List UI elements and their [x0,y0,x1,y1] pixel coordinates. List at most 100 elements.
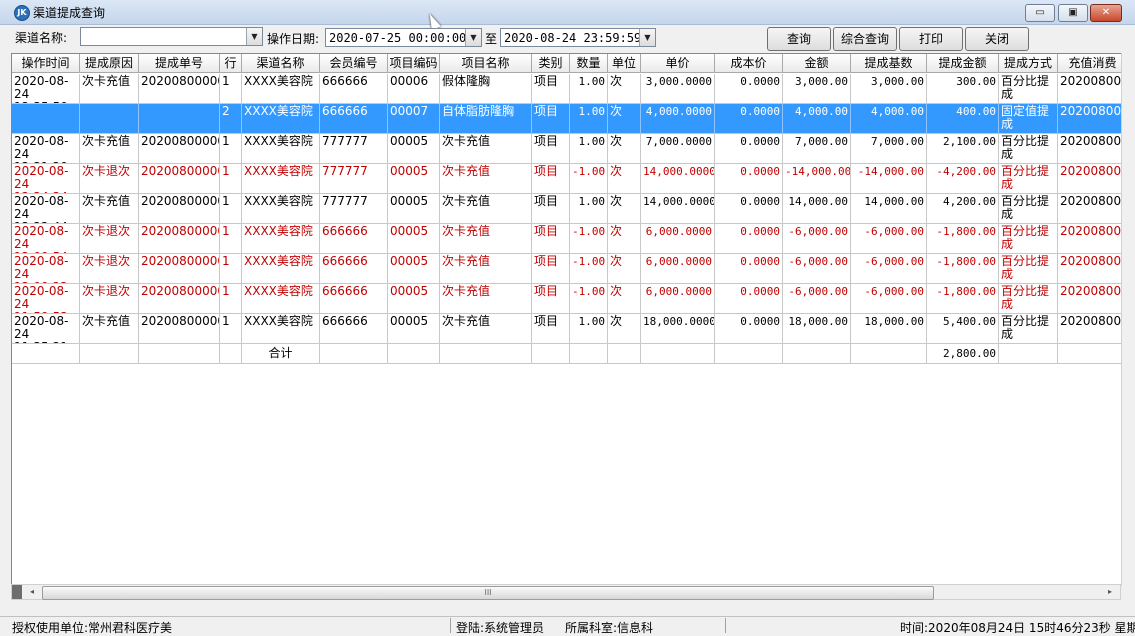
column-header-base[interactable]: 提成基数 [851,54,927,73]
column-header-category[interactable]: 类别 [532,54,570,73]
cell-category: 项目 [532,314,570,344]
cell-qty: 1.00 [570,314,608,344]
cell-line: 1 [220,314,242,344]
cell-empty [388,344,440,364]
cell-category: 项目 [532,284,570,314]
column-header-reason[interactable]: 提成原因 [80,54,139,73]
cell-item-name: 自体脂肪隆胸 [440,104,532,134]
cell-amount: -6,000.00 [783,224,851,254]
cell-reason: 次卡退次 [80,164,139,194]
cell-empty [715,344,783,364]
title-bar[interactable]: JK 渠道提成查询 ▭ ▣ ✕ [0,0,1135,25]
cell-item-name: 次卡充值 [440,194,532,224]
cell-qty: 1.00 [570,134,608,164]
chevron-down-icon[interactable]: ▼ [465,29,481,46]
scroll-right-icon[interactable]: ▸ [1102,585,1118,599]
close-window-button[interactable]: ✕ [1090,4,1122,22]
column-header-amount[interactable]: 金额 [783,54,851,73]
cell-qty: 1.00 [570,104,608,134]
cell-order-no: 202008000007 [139,134,220,164]
column-header-price[interactable]: 单价 [641,54,715,73]
cell-recharge: 20200800000 [1058,194,1122,224]
status-bar: 授权使用单位:常州君科医疗美 登陆:系统管理员 所属科室:信息科 时间:2020… [0,616,1135,635]
date-to-picker[interactable]: 2020-08-24 23:59:59 ▼ [500,28,656,47]
cell-amount: -14,000.00 [783,164,851,194]
column-header-recharge[interactable]: 充值消费 [1058,54,1122,73]
column-header-line[interactable]: 行 [220,54,242,73]
cell-op-time: 2020-08-24 11:35:21 [12,314,80,344]
cell-channel: XXXX美容院 [242,104,320,134]
cell-member-no: 666666 [320,314,388,344]
scroll-left-icon[interactable]: ◂ [24,585,40,599]
cell-order-no: 202008000008 [139,74,220,104]
cell-item-name: 次卡充值 [440,284,532,314]
vertical-scrollbar[interactable] [1121,53,1135,586]
cell-base: 3,000.00 [851,74,927,104]
cell-commission: -1,800.00 [927,284,999,314]
cell-commission: -1,800.00 [927,224,999,254]
column-header-cost[interactable]: 成本价 [715,54,783,73]
cell-amount: -6,000.00 [783,284,851,314]
date-to-value: 2020-08-24 23:59:59 [504,31,642,45]
cell-item-name: 假体隆胸 [440,74,532,104]
cell-reason: 次卡充值 [80,134,139,164]
cell-order-no: 202008000004 [139,224,220,254]
column-header-item-name[interactable]: 项目名称 [440,54,532,73]
combined-query-button[interactable]: 综合查询 [833,27,897,51]
date-label: 操作日期: [267,32,320,46]
cell-recharge: 20200800000 [1058,134,1122,164]
cell-unit: 次 [608,284,641,314]
status-time: 时间:2020年08月24日 15时46分23秒 星期一 [900,621,1135,635]
cell-qty: -1.00 [570,224,608,254]
cell-base: 18,000.00 [851,314,927,344]
cell-price: 6,000.0000 [641,254,715,284]
commission-table[interactable]: 操作时间 提成原因 提成单号行渠道名称 会员编号 项目编码 项目名称 类别 数量 单位 单价 成本价… [11,53,1123,586]
column-header-member-no[interactable]: 会员编号 [320,54,388,73]
column-header-unit[interactable]: 单位 [608,54,641,73]
cell-commission: 2,100.00 [927,134,999,164]
date-from-picker[interactable]: 2020-07-25 00:00:00 ▼ [325,28,482,47]
cell-amount: 18,000.00 [783,314,851,344]
cell-reason: 次卡充值 [80,194,139,224]
column-header-channel[interactable]: 渠道名称 [242,54,320,73]
cell-qty: -1.00 [570,284,608,314]
cell-item-name: 次卡充值 [440,224,532,254]
column-header-method[interactable]: 提成方式 [999,54,1058,73]
column-header-order-no[interactable]: 提成单号 [139,54,220,73]
cell-category: 项目 [532,74,570,104]
channel-combo[interactable]: ▼ [80,27,263,46]
cell-base: -6,000.00 [851,224,927,254]
scroll-thumb[interactable]: III [42,586,934,600]
cell-unit: 次 [608,74,641,104]
chevron-down-icon[interactable]: ▼ [639,29,655,46]
cell-line: 1 [220,194,242,224]
horizontal-scrollbar[interactable]: ◂ III ▸ [11,584,1121,600]
cell-amount: -6,000.00 [783,254,851,284]
cell-method: 固定值提成 [999,104,1058,134]
cell-commission: -1,800.00 [927,254,999,284]
cell-item-name: 次卡充值 [440,254,532,284]
cell-line: 1 [220,254,242,284]
cell-order-no [139,104,220,134]
column-header-qty[interactable]: 数量 [570,54,608,73]
cell-recharge: 20200800000 [1058,224,1122,254]
close-button[interactable]: 关闭 [965,27,1029,51]
status-dept: 所属科室:信息科 [565,621,654,635]
cell-commission: 5,400.00 [927,314,999,344]
chevron-down-icon[interactable]: ▼ [246,28,262,45]
cell-empty [570,344,608,364]
column-header-op-time[interactable]: 操作时间 [12,54,80,73]
cell-member-no: 666666 [320,104,388,134]
cell-category: 项目 [532,254,570,284]
query-button[interactable]: 查询 [767,27,831,51]
cell-reason [80,104,139,134]
print-button[interactable]: 打印 [899,27,963,51]
minimize-button[interactable]: ▭ [1025,4,1055,22]
cell-unit: 次 [608,314,641,344]
cell-cost: 0.0000 [715,224,783,254]
column-header-commission[interactable]: 提成金额 [927,54,999,73]
cell-base: -6,000.00 [851,254,927,284]
total-commission: 2,800.00 [927,344,999,364]
column-header-item-code[interactable]: 项目编码 [388,54,440,73]
restore-button[interactable]: ▣ [1058,4,1088,22]
